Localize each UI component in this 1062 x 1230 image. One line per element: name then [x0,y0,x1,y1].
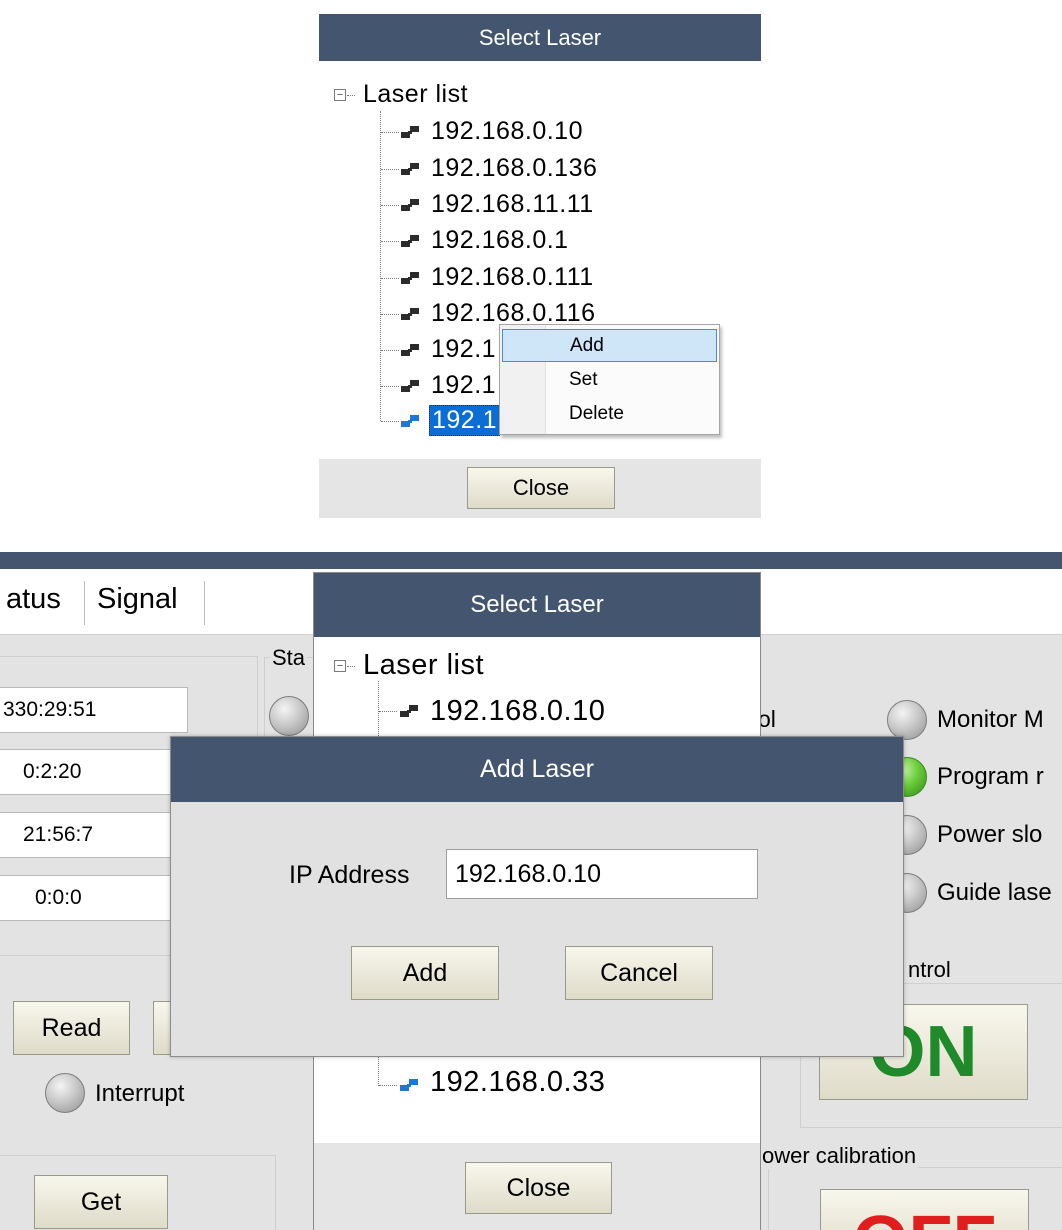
control-group-label: ntrol [906,957,953,983]
time-field-4: 0:0:0 [0,875,188,921]
status-indicator-icon [269,696,309,736]
network-node-icon [401,235,419,247]
tree-collapse-icon[interactable]: − [334,89,346,101]
tree-root-label[interactable]: Laser list [363,80,468,109]
tree-item[interactable]: 192.1 [431,371,496,400]
monitor-mode-label: Monitor M [937,706,1044,733]
select-laser-dialog-top: Select Laser − Laser list 192.168.0.10 1… [319,14,761,518]
get-button[interactable]: Get [34,1175,168,1229]
program-mode-label: Program r [937,763,1044,790]
cancel-button[interactable]: Cancel [565,946,713,1000]
tree-item[interactable]: 192.168.0.136 [431,154,597,183]
dialog-title: Select Laser [314,573,760,637]
tree-item[interactable]: 192.1 [431,335,496,364]
power-slow-label: Power slo [937,821,1043,848]
monitor-mode-indicator-icon [887,700,927,740]
main-window: atus Signal 330:29:51 0:2:20 21:56:7 0:0… [0,552,1062,1230]
time-field-1: 330:29:51 [0,687,188,733]
add-laser-dialog: Add Laser IP Address Add Cancel [170,736,904,1057]
tree-item[interactable]: 192.168.0.1 [431,226,569,255]
read-button[interactable]: Read [13,1001,130,1055]
context-menu-set[interactable]: Set [502,363,717,396]
ip-address-input[interactable] [446,849,758,899]
tree-root-label[interactable]: Laser list [363,649,484,682]
close-button[interactable]: Close [465,1162,612,1214]
context-menu: Add Set Delete [499,324,720,435]
ip-address-label: IP Address [289,861,410,889]
tree-item[interactable]: 192.168.0.10 [430,695,605,728]
network-node-icon [401,199,419,211]
network-node-icon [401,163,419,175]
tree-item[interactable]: 192.168.0.10 [431,117,583,146]
power-calibration-label: ower calibration [760,1143,919,1169]
network-node-icon [401,308,419,320]
tab-signal[interactable]: Signal [97,583,178,616]
network-node-selected-icon [401,415,419,427]
add-button[interactable]: Add [351,946,499,1000]
context-menu-delete[interactable]: Delete [502,397,717,430]
tree-item[interactable]: 192.168.0.33 [430,1066,605,1099]
network-node-selected-icon [400,1079,418,1091]
window-title-bar [0,552,1062,569]
dialog-title: Add Laser [171,737,903,802]
power-calibration-off-button[interactable]: OFF [820,1189,1029,1230]
network-node-icon [401,126,419,138]
tree-item-selected[interactable]: 192.1 [429,405,501,436]
tree-item[interactable]: 192.168.0.111 [431,263,594,292]
network-node-icon [401,380,419,392]
network-node-icon [401,272,419,284]
guide-laser-label: Guide lase [937,879,1052,906]
time-field-2: 0:2:20 [0,749,188,795]
dialog-title: Select Laser [319,14,761,61]
network-node-icon [400,705,418,717]
tree-collapse-icon[interactable]: − [334,660,346,672]
interrupt-label: Interrupt [95,1080,185,1107]
status-group-label: Sta [270,645,308,671]
network-node-icon [401,344,419,356]
off-label: OFF [853,1201,997,1230]
interrupt-indicator-icon [45,1073,85,1113]
tab-status[interactable]: atus [6,583,61,616]
close-button[interactable]: Close [467,467,615,509]
time-field-3: 21:56:7 [0,812,188,858]
tree-item[interactable]: 192.168.11.11 [431,190,594,219]
context-menu-add[interactable]: Add [502,329,717,362]
